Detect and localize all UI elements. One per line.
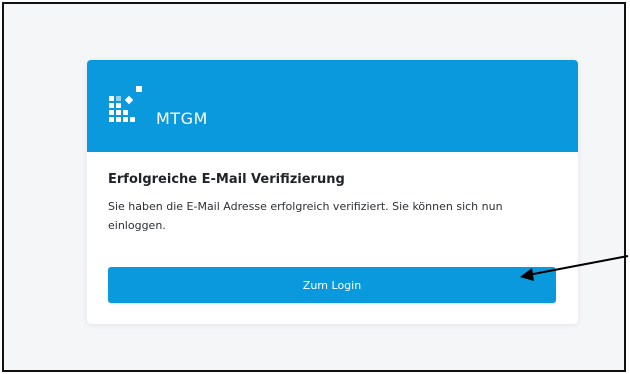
- page-title: Erfolgreiche E-Mail Verifizierung: [108, 172, 345, 187]
- mtgm-logo-icon: [109, 86, 142, 122]
- card-header: MTGM: [87, 60, 578, 152]
- brand-name: MTGM: [156, 109, 208, 128]
- arrow-pointer-icon: [520, 255, 629, 281]
- verification-card: MTGM Erfolgreiche E-Mail Verifizierung S…: [87, 60, 578, 324]
- verification-message: Sie haben die E-Mail Adresse erfolgreich…: [108, 200, 503, 232]
- brand-logo: MTGM: [109, 82, 249, 132]
- login-button[interactable]: Zum Login: [108, 267, 556, 303]
- screenshot-frame: MTGM Erfolgreiche E-Mail Verifizierung S…: [2, 2, 629, 372]
